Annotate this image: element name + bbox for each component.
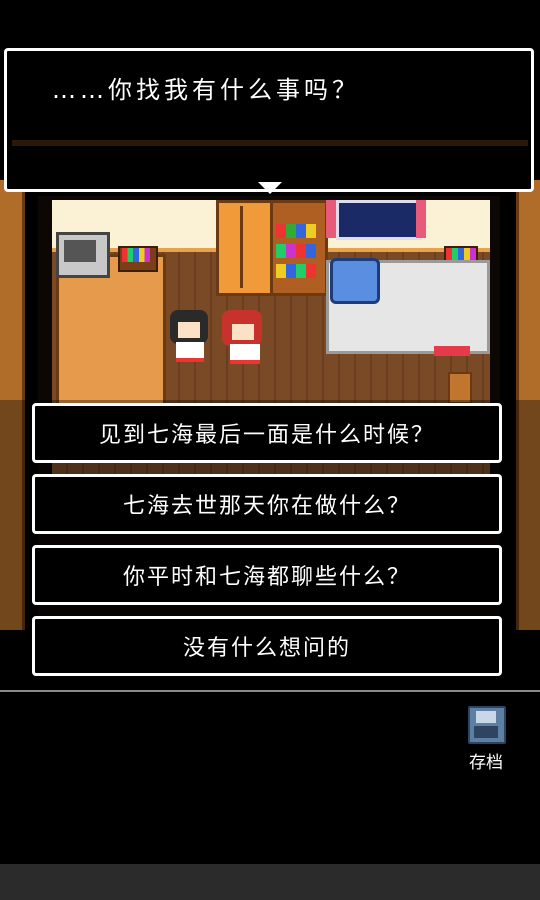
window xyxy=(336,200,422,240)
tv-screen xyxy=(64,240,96,262)
choice-label: 没有什么想问的 xyxy=(182,636,351,661)
curtain-left xyxy=(326,200,336,238)
books-left xyxy=(122,248,150,262)
dialogue-text: ……你找我有什么事吗？ xyxy=(52,76,360,104)
choice-label: 见到七海最后一面是什么时候？ xyxy=(98,423,435,448)
floppy-disk-slot xyxy=(474,726,498,738)
system-bottom-bar xyxy=(0,864,540,900)
floppy-disk-icon xyxy=(468,706,506,744)
save-button[interactable]: 存档 xyxy=(458,702,514,773)
red-cushion xyxy=(434,346,470,356)
bookcase-row-1 xyxy=(276,224,316,238)
blue-cat-plush xyxy=(330,258,380,304)
floppy-disk-label xyxy=(476,711,496,723)
choice-button-2[interactable]: 七海去世那天你在做什么？ xyxy=(32,474,502,534)
bookcase-row-2 xyxy=(276,244,316,258)
bookcase-row-3 xyxy=(276,264,316,278)
choice-button-1[interactable]: 见到七海最后一面是什么时候？ xyxy=(32,403,502,463)
divider xyxy=(0,690,540,692)
save-label: 存档 xyxy=(469,753,503,773)
curtain-right xyxy=(416,200,426,238)
advance-arrow-icon xyxy=(258,182,282,194)
character-dark-hair-face xyxy=(178,322,200,338)
wardrobe xyxy=(216,200,274,296)
character-dark-hair-body xyxy=(176,342,204,362)
choice-label: 你平时和七海都聊些什么？ xyxy=(122,565,411,590)
choice-label: 七海去世那天你在做什么？ xyxy=(122,494,411,519)
choice-button-3[interactable]: 你平时和七海都聊些什么？ xyxy=(32,545,502,605)
character-red-hair-body xyxy=(230,344,260,364)
dialogue-box-stripe xyxy=(12,140,528,146)
choice-button-4[interactable]: 没有什么想问的 xyxy=(32,616,502,676)
character-red-hair-face xyxy=(232,324,254,340)
wardrobe-door-split xyxy=(240,206,243,288)
